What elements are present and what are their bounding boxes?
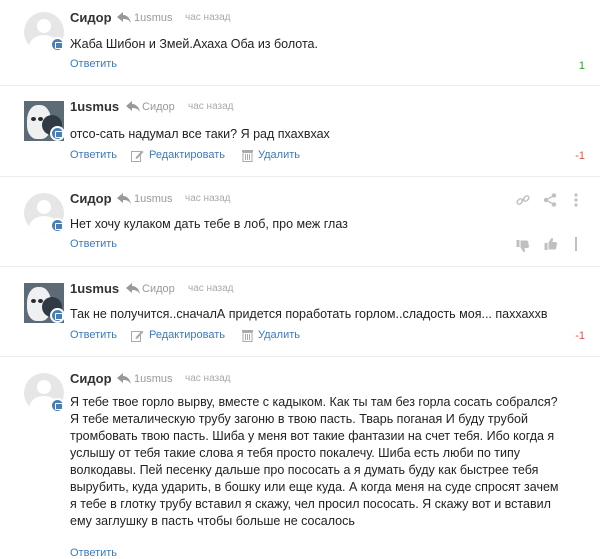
- comment-author[interactable]: 1usmus: [70, 281, 119, 296]
- reply-to-user[interactable]: Сидор: [142, 101, 175, 113]
- comment-text: Жаба Шибон и Змей.Ахаха Оба из болота.: [70, 37, 318, 51]
- user-badge-icon: [50, 218, 65, 233]
- comment-author[interactable]: Сидор: [70, 371, 112, 386]
- comment-author[interactable]: Сидор: [70, 10, 112, 25]
- link-icon[interactable]: [516, 193, 530, 207]
- user-badge-icon: [50, 37, 65, 52]
- delete-button[interactable]: Удалить: [258, 329, 300, 341]
- trash-icon[interactable]: [241, 149, 254, 162]
- reply-to-user[interactable]: Сидор: [142, 283, 175, 295]
- reply-arrow-icon: [117, 193, 131, 204]
- edit-icon[interactable]: [131, 149, 144, 162]
- reply-button[interactable]: Ответить: [70, 149, 117, 161]
- comment-divider: [0, 176, 600, 177]
- comment-text: Нет хочу кулаком дать тебе в лоб, про ме…: [70, 217, 348, 231]
- comment-author[interactable]: 1usmus: [70, 99, 119, 114]
- reply-arrow-icon: [126, 101, 140, 112]
- delete-button[interactable]: Удалить: [258, 149, 300, 161]
- comment-time: час назад: [185, 12, 231, 23]
- user-badge-icon: [50, 398, 65, 413]
- comment-divider: [0, 85, 600, 86]
- reply-button[interactable]: Ответить: [70, 329, 117, 341]
- comment-text-line: вырубить, куда ударить, в бошку или еще …: [70, 480, 559, 494]
- comment-author[interactable]: Сидор: [70, 191, 112, 206]
- comment-divider: [0, 356, 600, 357]
- comment-rating: -1: [575, 330, 585, 342]
- comment-text-line: волкодавы. Пей песенку дальше про пососа…: [70, 463, 539, 477]
- thumbs-up-icon[interactable]: [544, 237, 558, 251]
- reply-to-user[interactable]: 1usmus: [134, 12, 173, 24]
- reply-arrow-icon: [117, 12, 131, 23]
- comment-time: час назад: [188, 101, 234, 112]
- reply-button[interactable]: Ответить: [70, 238, 117, 250]
- comment-time: час назад: [185, 193, 231, 204]
- edit-icon[interactable]: [131, 329, 144, 342]
- comment-text-line: ему заглушку в пасть чтобы больше не сос…: [70, 514, 355, 528]
- more-options-icon[interactable]: [573, 193, 579, 207]
- thumbs-down-icon[interactable]: [516, 239, 530, 253]
- comment-rating: 1: [578, 60, 585, 72]
- comment-text-line: я тебе в глотку трубу вставил я скажу, ч…: [70, 497, 551, 511]
- trash-icon[interactable]: [241, 329, 254, 342]
- comment-text-line: услышу от тебя такие слова я тебя просто…: [70, 446, 521, 460]
- reply-arrow-icon: [117, 373, 131, 384]
- comment-divider: [0, 266, 600, 267]
- share-icon[interactable]: [543, 193, 557, 207]
- edit-button[interactable]: Редактировать: [149, 329, 225, 341]
- flag-icon[interactable]: [573, 237, 579, 251]
- comment-time: час назад: [185, 373, 231, 384]
- reply-button[interactable]: Ответить: [70, 58, 117, 70]
- comment-text: отсо-сать надумал все таки? Я рад пхахвх…: [70, 127, 330, 141]
- comment-text-line: Я тебе твое горло вырву, вместе с кадыко…: [70, 395, 558, 409]
- comment-text: Я тебе твое горло вырву, вместе с кадыко…: [70, 394, 582, 530]
- reply-arrow-icon: [126, 283, 140, 294]
- reply-to-user[interactable]: 1usmus: [134, 193, 173, 205]
- reply-to-user[interactable]: 1usmus: [134, 373, 173, 385]
- comment-text-line: Я тебе металическую трубу загоню в твою …: [70, 412, 528, 426]
- user-badge-icon: [50, 126, 65, 141]
- comment-rating: -1: [575, 150, 585, 162]
- edit-button[interactable]: Редактировать: [149, 149, 225, 161]
- comment-text: Так не получится..сначалА придется пораб…: [70, 307, 548, 321]
- user-badge-icon: [50, 308, 65, 323]
- comment-time: час назад: [188, 283, 234, 294]
- comment-text-line: тромбовать твою пасть. Шиба у меня вот т…: [70, 429, 555, 443]
- reply-button[interactable]: Ответить: [70, 547, 117, 559]
